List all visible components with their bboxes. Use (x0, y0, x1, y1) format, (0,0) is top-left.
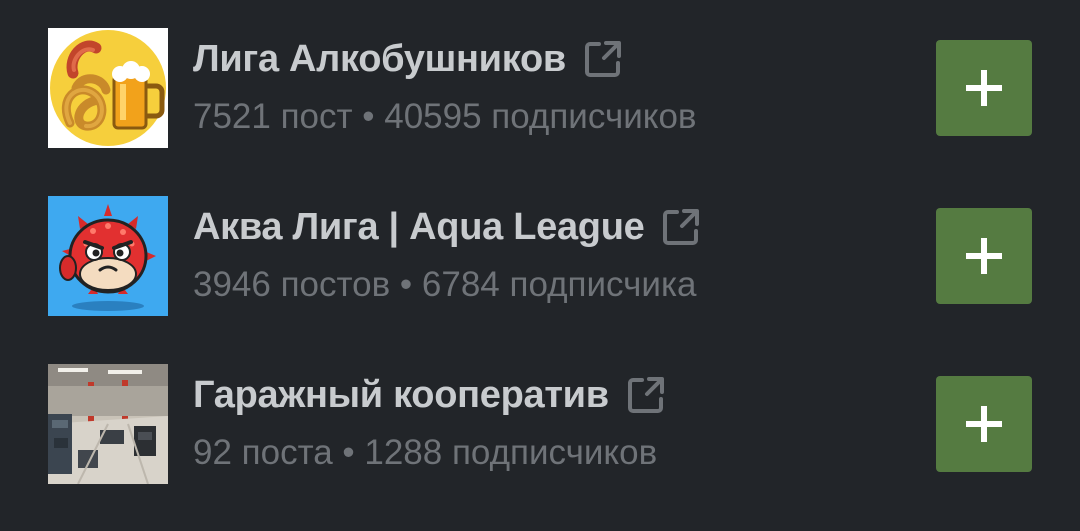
community-name[interactable]: Гаражный кооператив (193, 370, 609, 420)
community-row[interactable]: Аква Лига | Aqua League 3946 постов • 67… (0, 196, 1080, 316)
community-stats: 92 поста • 1288 подписчиков (193, 433, 658, 472)
community-avatar[interactable] (48, 364, 168, 484)
community-row[interactable]: Лига Алкобушников 7521 пост • 40595 подп… (0, 28, 1080, 148)
external-link-icon[interactable] (582, 38, 624, 80)
pufferfish-icon (48, 196, 168, 316)
community-avatar[interactable] (48, 28, 168, 148)
subscribe-button[interactable] (936, 376, 1032, 472)
subscribe-button[interactable] (936, 208, 1032, 304)
community-row[interactable]: Гаражный кооператив 92 поста • 1288 подп… (0, 364, 1080, 484)
community-title-line: Гаражный кооператив (193, 370, 667, 420)
external-link-icon[interactable] (625, 374, 667, 416)
community-title-line: Аква Лига | Aqua League (193, 202, 702, 252)
plus-icon (966, 406, 1002, 442)
plus-icon (966, 238, 1002, 274)
community-name[interactable]: Аква Лига | Aqua League (193, 202, 645, 252)
community-title-line: Лига Алкобушников (193, 34, 624, 84)
sausage-pretzel-beer-icon (48, 28, 168, 148)
community-avatar[interactable] (48, 196, 168, 316)
external-link-icon[interactable] (660, 206, 702, 248)
subscribe-button[interactable] (936, 40, 1032, 136)
community-stats: 3946 постов • 6784 подписчика (193, 265, 697, 304)
community-list: Лига Алкобушников 7521 пост • 40595 подп… (0, 0, 1080, 531)
community-stats: 7521 пост • 40595 подписчиков (193, 97, 697, 136)
plus-icon (966, 70, 1002, 106)
community-name[interactable]: Лига Алкобушников (193, 34, 566, 84)
garage-photo-icon (48, 364, 168, 484)
